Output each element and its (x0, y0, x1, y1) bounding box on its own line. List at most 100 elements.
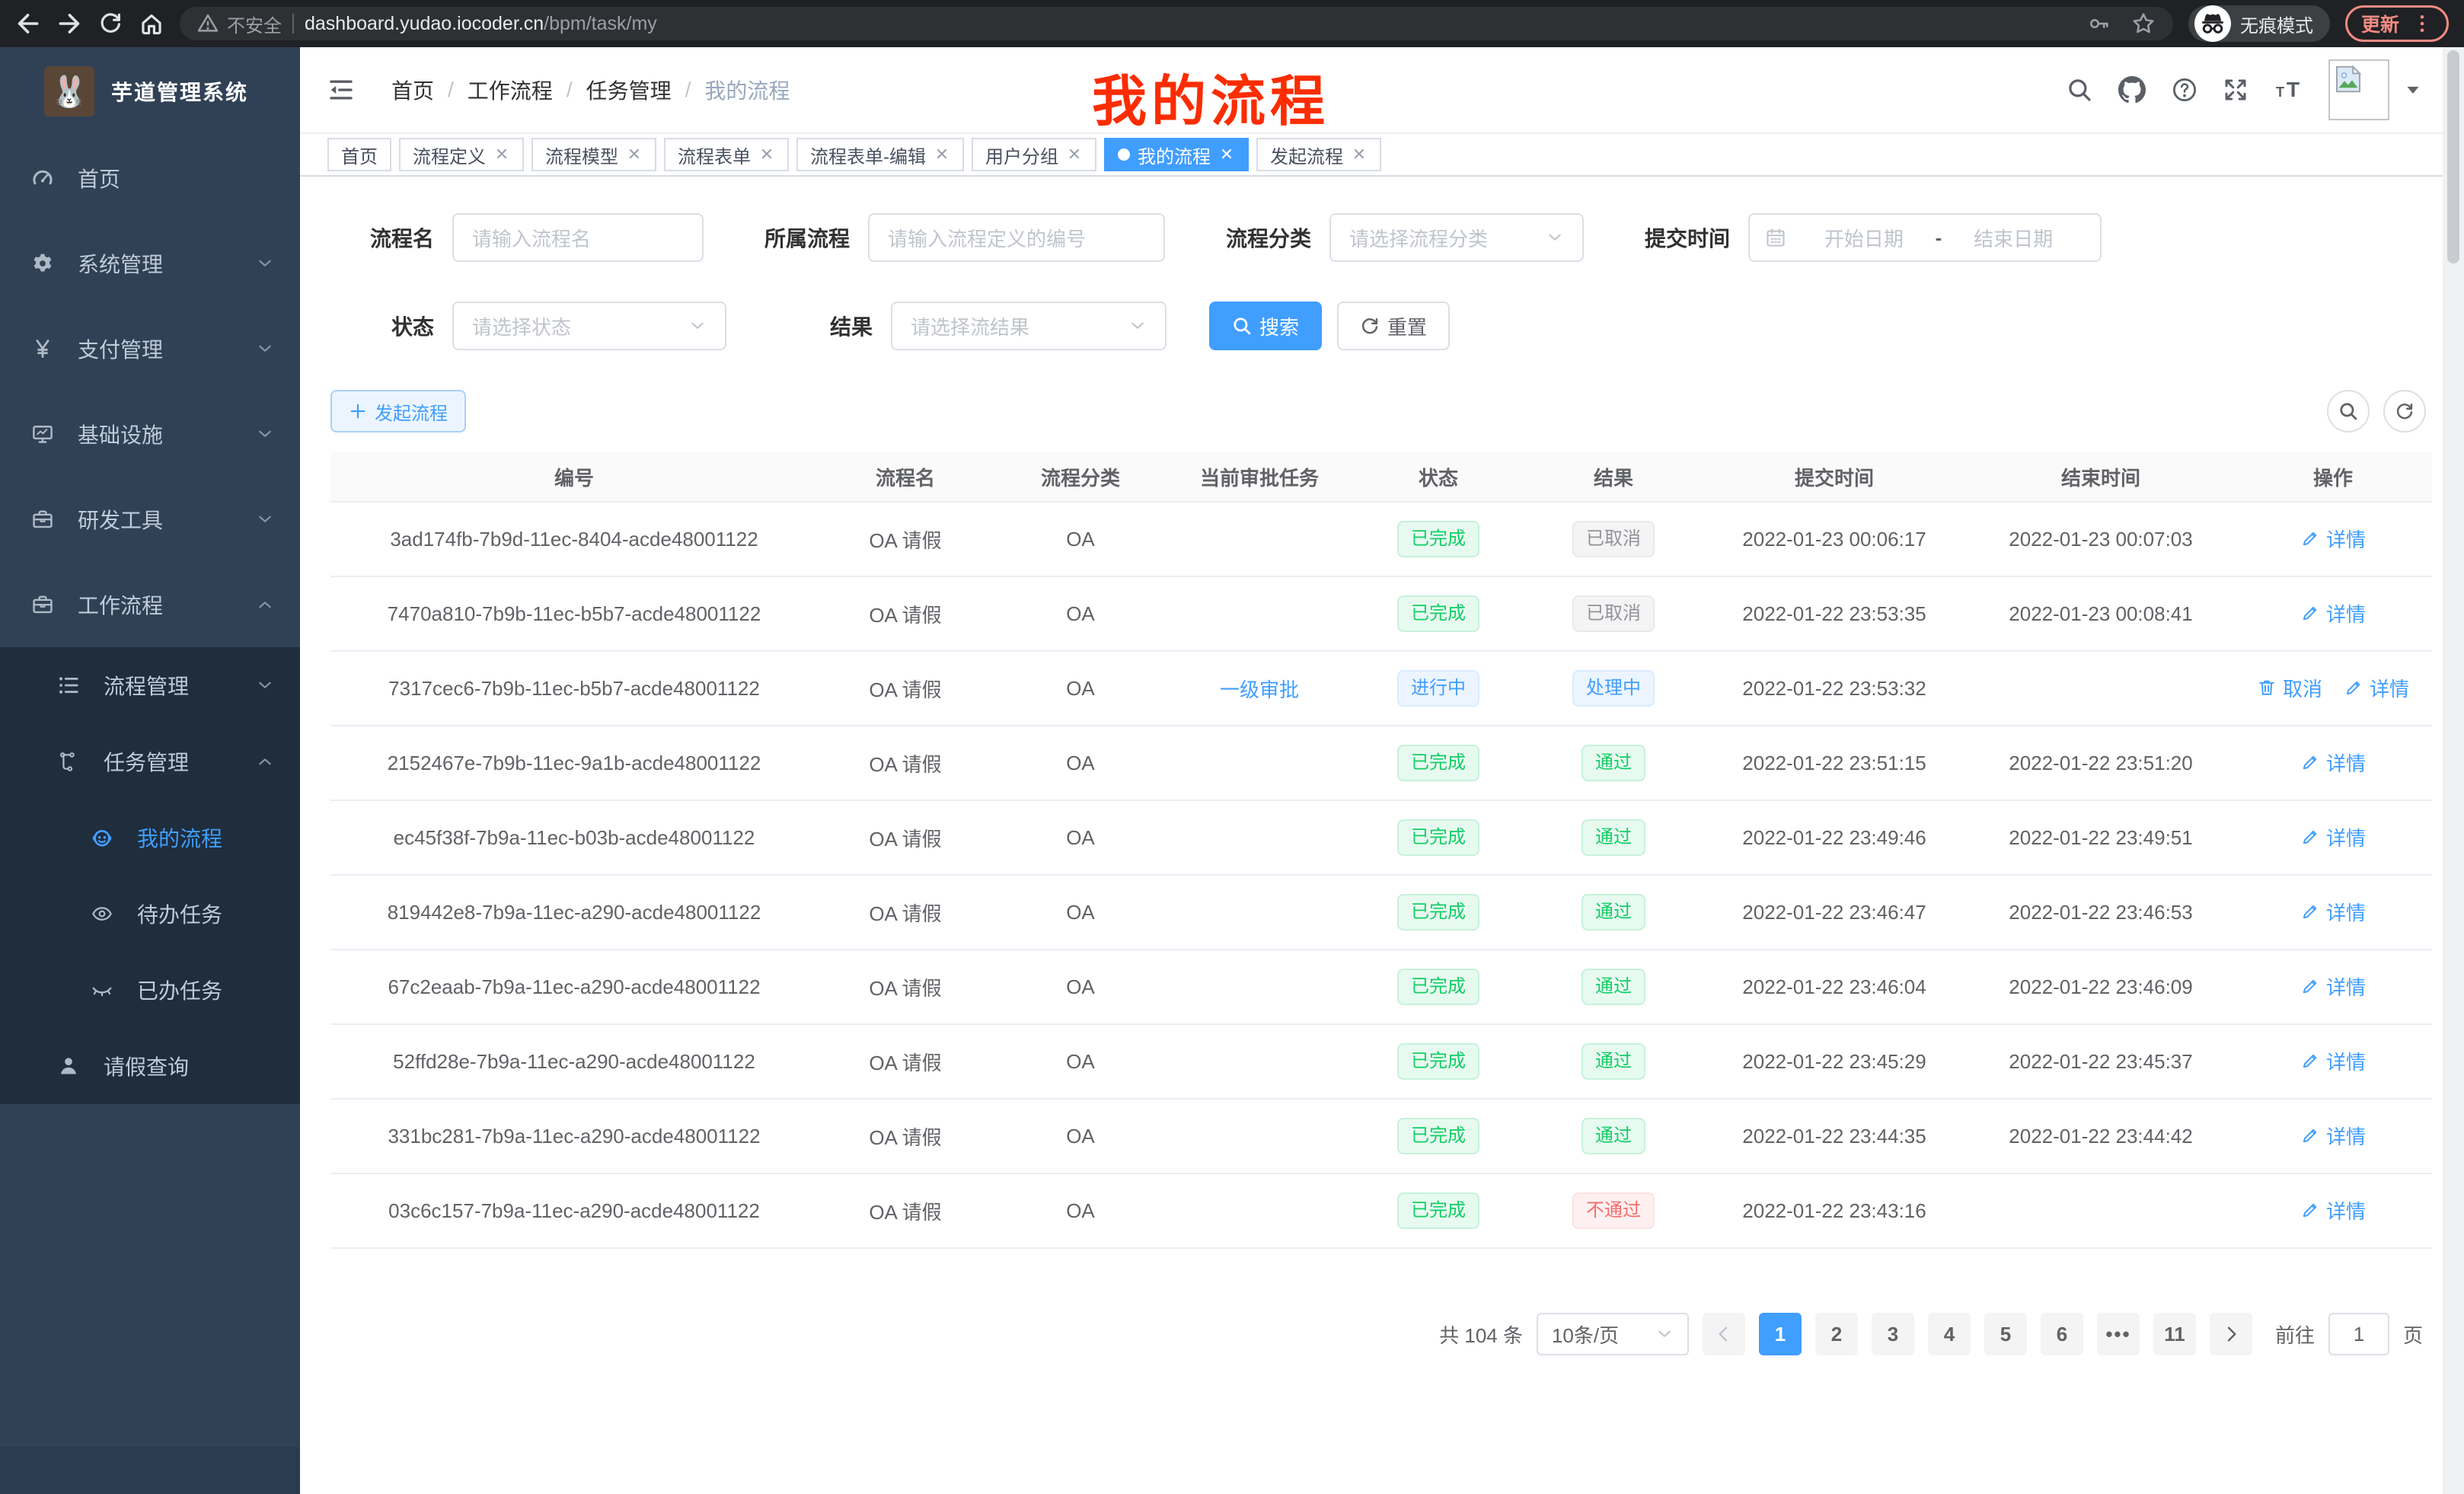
detail-link[interactable]: 详情 (2300, 823, 2366, 851)
cell-process-name: OA 请假 (818, 525, 993, 554)
menu-dots-icon[interactable] (2411, 13, 2433, 34)
close-icon[interactable]: ✕ (1351, 145, 1368, 164)
page-button-6[interactable]: 6 (2041, 1313, 2083, 1355)
prev-page-button[interactable] (1703, 1313, 1745, 1355)
scrollbar[interactable] (2443, 47, 2464, 1494)
tab-user-group[interactable]: 用户分组✕ (972, 138, 1096, 171)
edit-icon (2300, 902, 2320, 921)
detail-link[interactable]: 详情 (2300, 749, 2366, 777)
current-task-link[interactable]: 一级审批 (1220, 675, 1299, 703)
cell-category: OA (993, 752, 1168, 775)
detail-link[interactable]: 详情 (2300, 525, 2366, 553)
tab-label: 首页 (341, 142, 378, 168)
goto-page-input[interactable]: 1 (2328, 1313, 2389, 1355)
tab-start-process[interactable]: 发起流程✕ (1256, 138, 1381, 171)
tab-home[interactable]: 首页 (327, 138, 391, 171)
detail-link[interactable]: 详情 (2300, 1047, 2366, 1075)
show-search-button[interactable] (2327, 390, 2370, 433)
tab-process-definition[interactable]: 流程定义✕ (399, 138, 524, 171)
app-logo[interactable]: 🐰 芋道管理系统 (0, 47, 300, 136)
action-label: 取消 (2283, 674, 2322, 702)
cell-status: 已完成 (1351, 595, 1526, 632)
breadcrumb-home[interactable]: 首页 (391, 75, 434, 105)
help-icon[interactable] (2172, 77, 2197, 103)
status-select[interactable]: 请选择状态 (452, 302, 726, 350)
close-icon[interactable]: ✕ (934, 145, 950, 164)
filter-category: 流程分类 请选择流程分类 (1208, 213, 1584, 262)
detail-link[interactable]: 详情 (2300, 1122, 2366, 1150)
result-select[interactable]: 请选择流结果 (891, 302, 1167, 350)
reset-button[interactable]: 重置 (1337, 302, 1450, 350)
sidebar-item-done-tasks[interactable]: 已办任务 (0, 952, 300, 1028)
action-label: 详情 (2326, 599, 2366, 627)
caret-down-icon[interactable] (2405, 81, 2421, 98)
home-icon[interactable] (139, 11, 164, 37)
detail-link[interactable]: 详情 (2344, 674, 2409, 702)
start-process-button[interactable]: 发起流程 (330, 390, 466, 433)
star-icon[interactable] (2130, 11, 2156, 37)
sidebar-item-home[interactable]: 首页 (0, 136, 300, 221)
detail-link[interactable]: 详情 (2300, 898, 2366, 926)
close-icon[interactable]: ✕ (493, 145, 510, 164)
detail-link[interactable]: 详情 (2300, 1196, 2366, 1224)
tab-process-form[interactable]: 流程表单✕ (664, 138, 789, 171)
fullscreen-icon[interactable] (2223, 78, 2248, 102)
yen-icon (30, 337, 55, 361)
security-status[interactable]: 不安全 (196, 11, 282, 37)
sidebar-item-dev-tools[interactable]: 研发工具 (0, 477, 300, 562)
cancel-link[interactable]: 取消 (2257, 674, 2322, 702)
github-icon[interactable] (2118, 76, 2146, 104)
breadcrumb-task-management[interactable]: 任务管理 (586, 75, 672, 105)
address-bar[interactable]: 不安全 dashboard.yudao.iocoder.cn/bpm/task/… (180, 7, 2173, 40)
sidebar-item-my-process[interactable]: 我的流程 (0, 800, 300, 876)
action-label: 详情 (2326, 1047, 2366, 1075)
hamburger-icon[interactable] (327, 76, 355, 104)
cell-submit-time: 2022-01-22 23:44:35 (1701, 1125, 1968, 1148)
reload-icon[interactable] (97, 11, 123, 37)
action-links: 详情 (2300, 823, 2366, 851)
edit-icon (2300, 1125, 2320, 1145)
page-button-11[interactable]: 11 (2153, 1313, 2196, 1355)
back-icon[interactable] (15, 11, 41, 37)
detail-link[interactable]: 详情 (2300, 972, 2366, 1001)
sidebar-item-workflow[interactable]: 工作流程 (0, 562, 300, 647)
page-button-5[interactable]: 5 (1984, 1313, 2027, 1355)
key-icon[interactable] (2086, 11, 2112, 37)
update-button[interactable]: 更新 (2345, 5, 2449, 42)
breadcrumb-workflow[interactable]: 工作流程 (468, 75, 553, 105)
close-icon[interactable]: ✕ (1218, 145, 1235, 164)
incognito-label: 无痕模式 (2240, 11, 2313, 37)
scrollbar-thumb[interactable] (2447, 50, 2459, 263)
filter-label: 流程分类 (1208, 222, 1311, 253)
sidebar-item-leave-query[interactable]: 请假查询 (0, 1028, 300, 1104)
sidebar-item-payment-management[interactable]: 支付管理 (0, 306, 300, 391)
sidebar-item-todo-tasks[interactable]: 待办任务 (0, 876, 300, 952)
avatar[interactable] (2328, 59, 2389, 120)
page-size-select[interactable]: 10条/页 (1537, 1313, 1689, 1355)
close-icon[interactable]: ✕ (626, 145, 643, 164)
tab-process-form-edit[interactable]: 流程表单-编辑✕ (796, 138, 964, 171)
close-icon[interactable]: ✕ (1066, 145, 1083, 164)
detail-link[interactable]: 详情 (2300, 599, 2366, 627)
sidebar-item-process-management[interactable]: 流程管理 (0, 647, 300, 723)
search-button[interactable]: 搜索 (1209, 302, 1322, 350)
forward-icon[interactable] (56, 11, 82, 37)
tab-process-model[interactable]: 流程模型✕ (531, 138, 656, 171)
refresh-table-button[interactable] (2383, 390, 2426, 433)
font-size-icon[interactable]: TT (2274, 78, 2303, 102)
tab-my-process[interactable]: 我的流程✕ (1104, 138, 1249, 171)
next-page-button[interactable] (2210, 1313, 2252, 1355)
page-button-1[interactable]: 1 (1759, 1313, 1802, 1355)
page-button-4[interactable]: 4 (1928, 1313, 1971, 1355)
process-name-input[interactable]: 请输入流程名 (452, 213, 704, 262)
page-button-3[interactable]: 3 (1872, 1313, 1914, 1355)
submit-time-range-picker[interactable]: 开始日期 - 结束日期 (1748, 213, 2102, 262)
process-def-input[interactable]: 请输入流程定义的编号 (868, 213, 1165, 262)
page-button-2[interactable]: 2 (1815, 1313, 1858, 1355)
sidebar-item-task-management[interactable]: 任务管理 (0, 723, 300, 800)
close-icon[interactable]: ✕ (758, 145, 775, 164)
search-icon[interactable] (2067, 77, 2092, 103)
category-select[interactable]: 请选择流程分类 (1329, 213, 1584, 262)
sidebar-item-system-management[interactable]: 系统管理 (0, 221, 300, 306)
sidebar-item-infrastructure[interactable]: 基础设施 (0, 391, 300, 477)
